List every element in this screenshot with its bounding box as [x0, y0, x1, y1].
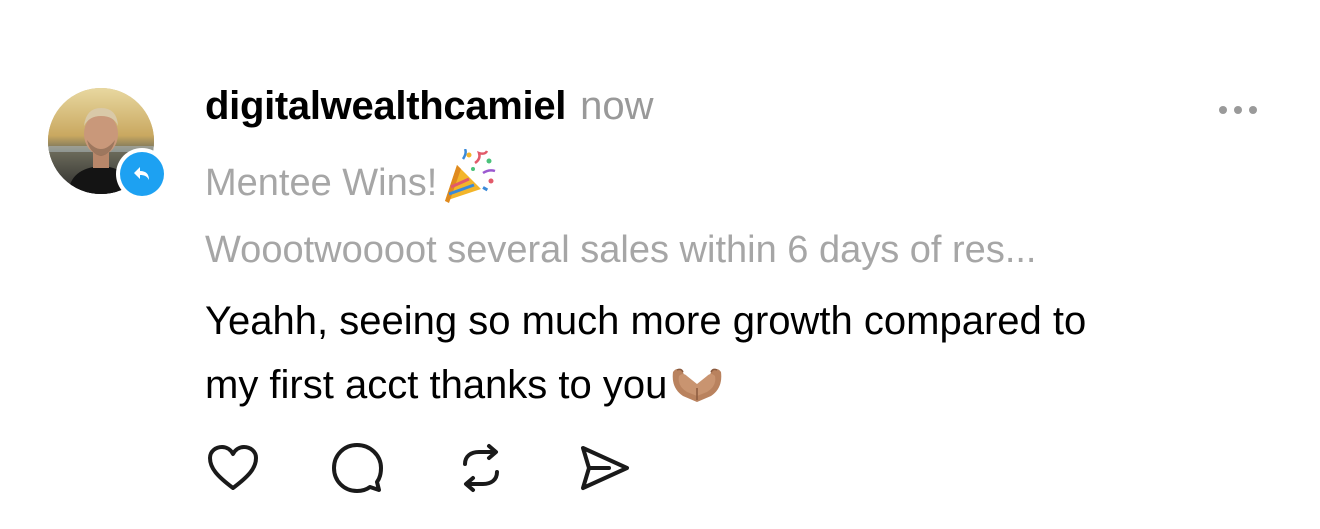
- share-button[interactable]: [577, 440, 633, 496]
- more-options-button[interactable]: [1212, 92, 1264, 128]
- timestamp[interactable]: now: [580, 84, 653, 129]
- post-header: digitalwealthcamiel now: [205, 84, 653, 140]
- quoted-title-text: Mentee Wins!: [205, 161, 438, 204]
- repost-badge-circle: [120, 152, 164, 196]
- heart-icon: [208, 445, 258, 490]
- repost-badge: [116, 148, 168, 200]
- heart-hands-icon: [669, 359, 725, 423]
- thread-post: digitalwealthcamiel now Mentee Wins! Woo…: [0, 0, 1320, 529]
- send-icon: [581, 446, 629, 490]
- username[interactable]: digitalwealthcamiel: [205, 84, 566, 129]
- quoted-title[interactable]: Mentee Wins!: [205, 148, 497, 217]
- post-body-line: my first acct thanks to you: [205, 353, 1285, 423]
- party-popper-icon: [439, 148, 497, 217]
- repost-icon: [134, 167, 149, 180]
- reply-button[interactable]: [329, 440, 385, 496]
- post-body: Yeahh, seeing so much more growth compar…: [205, 289, 1285, 423]
- repost-icon: [463, 444, 499, 492]
- quoted-body[interactable]: Woootwoooot several sales within 6 days …: [205, 224, 1265, 276]
- more-dots-icon: [1219, 106, 1257, 114]
- comment-icon: [332, 443, 383, 493]
- repost-button[interactable]: [453, 440, 509, 496]
- post-body-line-text: my first acct thanks to you: [205, 363, 668, 407]
- like-button[interactable]: [205, 440, 261, 496]
- action-bar: [205, 440, 701, 496]
- post-body-line: Yeahh, seeing so much more growth compar…: [205, 299, 1087, 343]
